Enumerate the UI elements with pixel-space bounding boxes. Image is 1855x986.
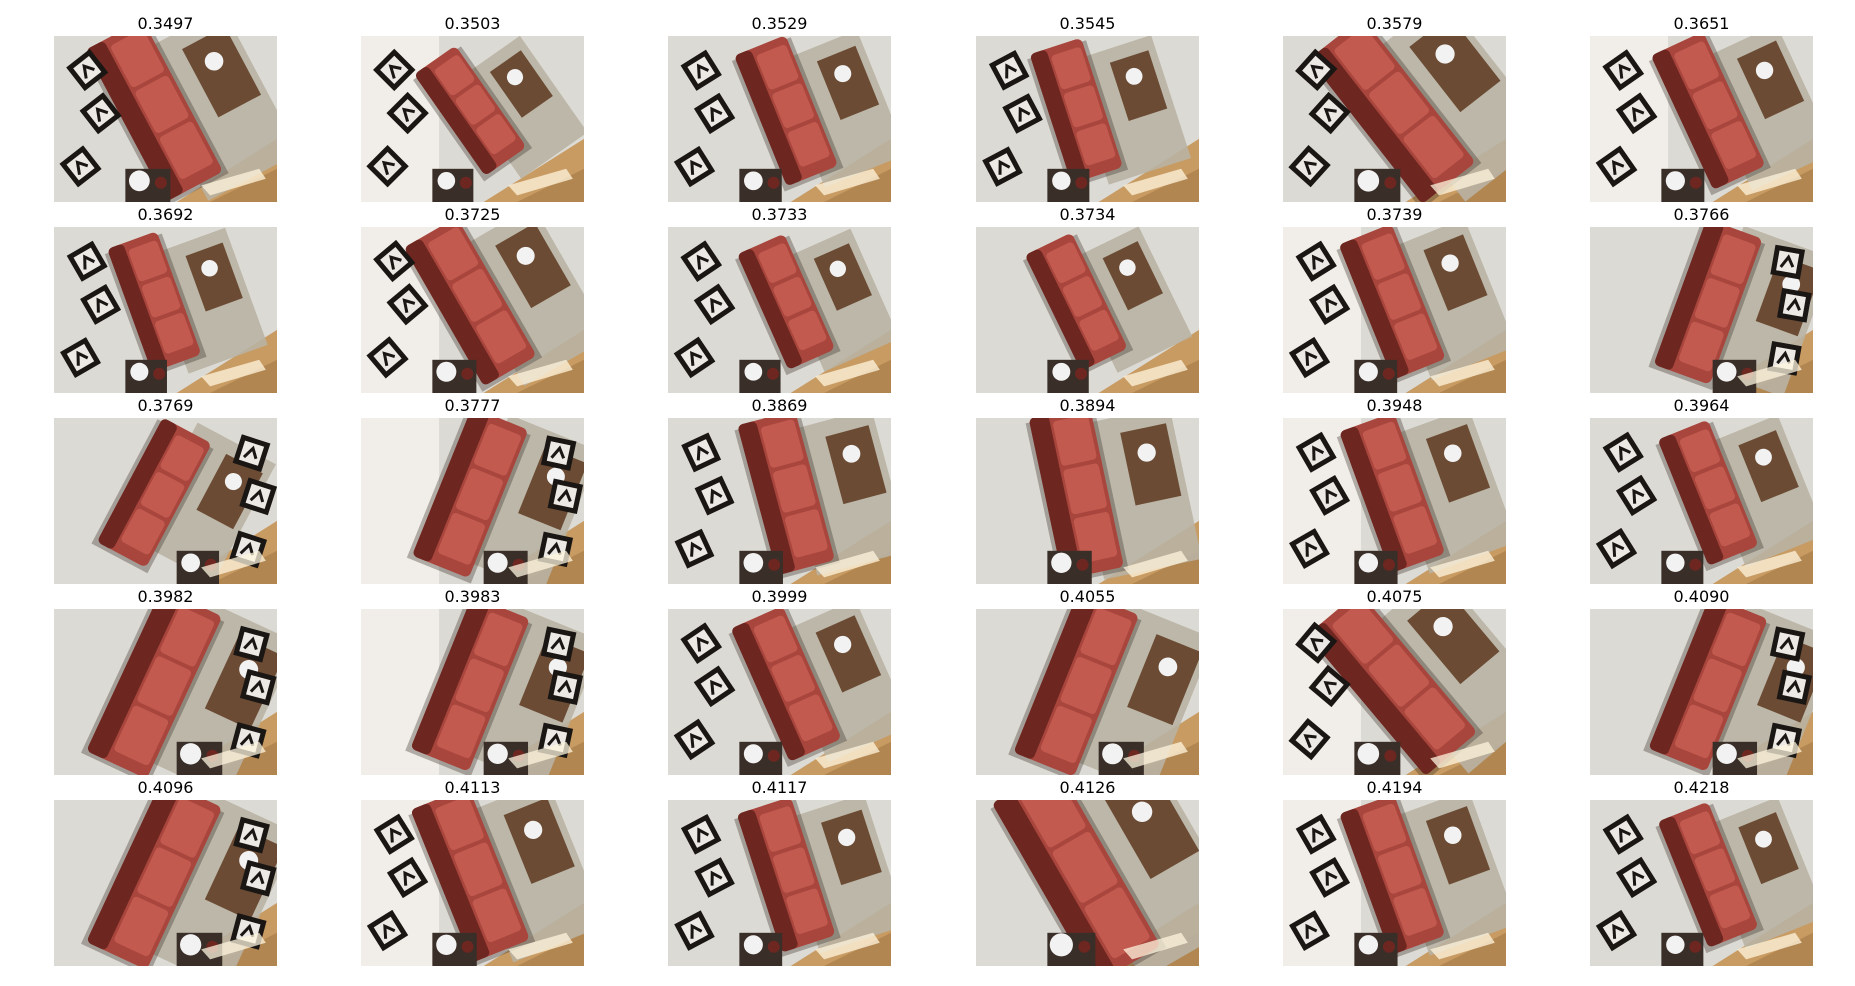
- grid-cell: 0.3503: [361, 12, 584, 202]
- cell-score-title: 0.3894: [1059, 396, 1116, 415]
- room-render-thumbnail: [976, 418, 1199, 584]
- grid-cell: 0.3497: [54, 12, 277, 202]
- cell-score-title: 0.3964: [1673, 396, 1730, 415]
- cell-score-title: 0.3948: [1366, 396, 1423, 415]
- cell-score-title: 0.4126: [1059, 778, 1116, 797]
- room-render-thumbnail: [361, 418, 584, 584]
- cell-score-title: 0.3545: [1059, 14, 1116, 33]
- cell-score-title: 0.3766: [1673, 205, 1730, 224]
- room-render-thumbnail: [1283, 418, 1506, 584]
- room-render-thumbnail: [668, 227, 891, 393]
- grid-cell: 0.3692: [54, 203, 277, 393]
- grid-cell: 0.3739: [1283, 203, 1506, 393]
- grid-cell: 0.3579: [1283, 12, 1506, 202]
- grid-cell: 0.3733: [668, 203, 891, 393]
- room-render-thumbnail: [1283, 609, 1506, 775]
- cell-score-title: 0.3529: [751, 14, 808, 33]
- room-render-thumbnail: [54, 418, 277, 584]
- cell-score-title: 0.4194: [1366, 778, 1423, 797]
- room-render-thumbnail: [668, 36, 891, 202]
- room-render-thumbnail: [1590, 36, 1813, 202]
- cell-score-title: 0.4096: [137, 778, 194, 797]
- grid-cell: 0.4090: [1590, 585, 1813, 775]
- room-render-thumbnail: [976, 609, 1199, 775]
- cell-score-title: 0.3579: [1366, 14, 1423, 33]
- cell-score-title: 0.4117: [751, 778, 808, 797]
- cell-score-title: 0.4218: [1673, 778, 1730, 797]
- grid-cell: 0.4096: [54, 776, 277, 966]
- grid-cell: 0.3725: [361, 203, 584, 393]
- grid-cell: 0.4218: [1590, 776, 1813, 966]
- room-render-thumbnail: [54, 36, 277, 202]
- room-render-thumbnail: [976, 36, 1199, 202]
- room-render-thumbnail: [976, 227, 1199, 393]
- room-render-thumbnail: [1590, 418, 1813, 584]
- cell-score-title: 0.3769: [137, 396, 194, 415]
- grid-cell: 0.3766: [1590, 203, 1813, 393]
- room-render-thumbnail: [1283, 800, 1506, 966]
- grid-cell: 0.4055: [976, 585, 1199, 775]
- room-render-thumbnail: [54, 609, 277, 775]
- grid-cell: 0.4075: [1283, 585, 1506, 775]
- grid-cell: 0.4126: [976, 776, 1199, 966]
- grid-cell: 0.3982: [54, 585, 277, 775]
- room-render-thumbnail: [361, 800, 584, 966]
- grid-cell: 0.3999: [668, 585, 891, 775]
- grid-cell: 0.3983: [361, 585, 584, 775]
- room-render-thumbnail: [1283, 227, 1506, 393]
- room-render-thumbnail: [361, 227, 584, 393]
- grid-cell: 0.3869: [668, 394, 891, 584]
- cell-score-title: 0.4090: [1673, 587, 1730, 606]
- cell-score-title: 0.3982: [137, 587, 194, 606]
- grid-cell: 0.3529: [668, 12, 891, 202]
- cell-score-title: 0.3503: [444, 14, 501, 33]
- grid-cell: 0.3964: [1590, 394, 1813, 584]
- cell-score-title: 0.3983: [444, 587, 501, 606]
- cell-score-title: 0.3497: [137, 14, 194, 33]
- room-render-thumbnail: [1590, 227, 1813, 393]
- cell-score-title: 0.4113: [444, 778, 501, 797]
- grid-cell: 0.4113: [361, 776, 584, 966]
- image-grid: 0.3497 0.3503 0.3529 0.3545 0.3579 0.3651 0.36…: [0, 0, 1855, 986]
- grid-cell: 0.3894: [976, 394, 1199, 584]
- cell-score-title: 0.3869: [751, 396, 808, 415]
- room-render-thumbnail: [668, 800, 891, 966]
- room-render-thumbnail: [1590, 609, 1813, 775]
- grid-cell: 0.3651: [1590, 12, 1813, 202]
- grid-cell: 0.3734: [976, 203, 1199, 393]
- room-render-thumbnail: [361, 36, 584, 202]
- room-render-thumbnail: [668, 418, 891, 584]
- grid-cell: 0.3769: [54, 394, 277, 584]
- grid-cell: 0.4117: [668, 776, 891, 966]
- cell-score-title: 0.4055: [1059, 587, 1116, 606]
- room-render-thumbnail: [361, 609, 584, 775]
- room-render-thumbnail: [1283, 36, 1506, 202]
- cell-score-title: 0.3692: [137, 205, 194, 224]
- room-render-thumbnail: [668, 609, 891, 775]
- room-render-thumbnail: [54, 800, 277, 966]
- cell-score-title: 0.3733: [751, 205, 808, 224]
- cell-score-title: 0.3999: [751, 587, 808, 606]
- room-render-thumbnail: [1590, 800, 1813, 966]
- room-render-thumbnail: [54, 227, 277, 393]
- grid-cell: 0.3948: [1283, 394, 1506, 584]
- grid-cell: 0.3545: [976, 12, 1199, 202]
- grid-cell: 0.4194: [1283, 776, 1506, 966]
- cell-score-title: 0.3739: [1366, 205, 1423, 224]
- cell-score-title: 0.3734: [1059, 205, 1116, 224]
- room-render-thumbnail: [976, 800, 1199, 966]
- cell-score-title: 0.4075: [1366, 587, 1423, 606]
- grid-cell: 0.3777: [361, 394, 584, 584]
- cell-score-title: 0.3725: [444, 205, 501, 224]
- cell-score-title: 0.3651: [1673, 14, 1730, 33]
- cell-score-title: 0.3777: [444, 396, 501, 415]
